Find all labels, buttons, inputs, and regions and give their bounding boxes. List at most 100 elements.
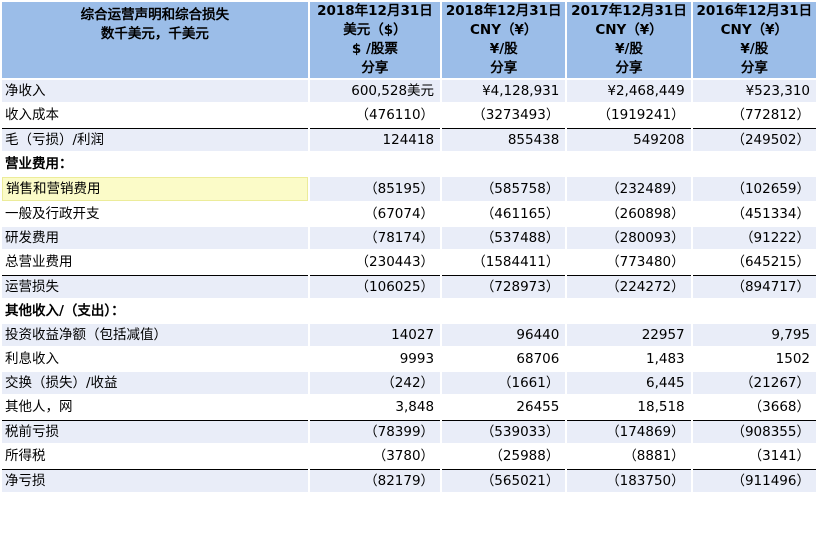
- table-row-income-tax: 所得税 （3780） （25988） （8881） （3141）: [2, 445, 816, 467]
- row-label: 总营业费用: [2, 251, 308, 273]
- cell-value: 22957: [567, 324, 691, 346]
- cell-value: [442, 300, 566, 322]
- table-row-general-admin: 一般及行政开支 （67074） （461165） （260898） （45133…: [2, 203, 816, 225]
- cell-value: （102659）: [692, 177, 816, 201]
- cell-value: （21267）: [692, 372, 816, 394]
- cell-value: [309, 300, 441, 322]
- cell-value: 9,795: [692, 324, 816, 346]
- table-row-net-loss: 净亏损 （82179） （565021） （183750） （911496）: [2, 469, 816, 492]
- cell-value: 855438: [442, 128, 566, 151]
- row-label: 所得税: [2, 445, 308, 467]
- cell-value: （67074）: [309, 203, 441, 225]
- row-label: 一般及行政开支: [2, 203, 308, 225]
- cell-value: （78174）: [309, 227, 441, 249]
- cell-value: 18,518: [567, 396, 691, 418]
- section-label: 其他收入/（支出）：: [2, 300, 308, 322]
- cell-value: （82179）: [309, 469, 441, 492]
- table-row-investment-income: 投资收益净额（包括减值） 14027 96440 22957 9,795: [2, 324, 816, 346]
- row-label: 交换（损失）/收益: [2, 372, 308, 394]
- row-label: 净亏损: [2, 469, 308, 492]
- table-row-gross-profit: 毛（亏损）/利润 124418 855438 549208 （249502）: [2, 128, 816, 151]
- cell-value: （476110）: [309, 104, 441, 126]
- table-row-loss-before-tax: 税前亏损 （78399） （539033） （174869） （908355）: [2, 420, 816, 443]
- cell-value: （3780）: [309, 445, 441, 467]
- row-label: 投资收益净额（包括减值）: [2, 324, 308, 346]
- cell-value: ¥4,128,931: [442, 80, 566, 102]
- title-line-1: 综合运营声明和综合损失: [80, 7, 230, 23]
- cell-value: （461165）: [442, 203, 566, 225]
- cell-value: （728973）: [442, 275, 566, 298]
- cell-value: （232489）: [567, 177, 691, 201]
- table-row-research-development: 研发费用 （78174） （537488） （280093） （91222）: [2, 227, 816, 249]
- cell-value: （1584411）: [442, 251, 566, 273]
- cell-value: （25988）: [442, 445, 566, 467]
- cell-value: （85195）: [309, 177, 441, 201]
- cell-value: （224272）: [567, 275, 691, 298]
- cell-value: 68706: [442, 348, 566, 370]
- column-header-1: 2018年12月31日 美元（$） $ /股票 分享: [309, 2, 441, 78]
- cell-value: 3,848: [309, 396, 441, 418]
- cell-value: ¥523,310: [692, 80, 816, 102]
- cell-value: 9993: [309, 348, 441, 370]
- column-header-2: 2018年12月31日 CNY（¥） ¥/股 分享: [442, 2, 566, 78]
- cell-value: （280093）: [567, 227, 691, 249]
- cell-value: ¥2,468,449: [567, 80, 691, 102]
- cell-value: 14027: [309, 324, 441, 346]
- cell-value: （106025）: [309, 275, 441, 298]
- header-row: 综合运营声明和综合损失 数千美元，千美元 2018年12月31日 美元（$） $…: [2, 2, 816, 78]
- cell-value: [442, 153, 566, 175]
- cell-value: 1,483: [567, 348, 691, 370]
- cell-value: （585758）: [442, 177, 566, 201]
- cell-value: （3273493）: [442, 104, 566, 126]
- cell-value: 26455: [442, 396, 566, 418]
- cell-value: （78399）: [309, 420, 441, 443]
- cell-value: （260898）: [567, 203, 691, 225]
- cell-value: （565021）: [442, 469, 566, 492]
- cell-value: （451334）: [692, 203, 816, 225]
- cell-value: （8881）: [567, 445, 691, 467]
- row-label: 利息收入: [2, 348, 308, 370]
- row-label: 销售和营销费用: [2, 177, 308, 201]
- table-row-other-net: 其他人，网 3,848 26455 18,518 （3668）: [2, 396, 816, 418]
- table-row-net-revenue: 净收入 600,528美元 ¥4,128,931 ¥2,468,449 ¥523…: [2, 80, 816, 102]
- title-line-2: 数千美元，千美元: [100, 26, 209, 42]
- cell-value: （1919241）: [567, 104, 691, 126]
- cell-value: （3141）: [692, 445, 816, 467]
- cell-value: （773480）: [567, 251, 691, 273]
- table-row-cost-of-revenue: 收入成本 （476110） （3273493） （1919241） （77281…: [2, 104, 816, 126]
- column-header-4: 2016年12月31日 CNY（¥） ¥/股 分享: [692, 2, 816, 78]
- income-statement-table: 综合运营声明和综合损失 数千美元，千美元 2018年12月31日 美元（$） $…: [0, 0, 818, 494]
- cell-value: 96440: [442, 324, 566, 346]
- cell-value: （645215）: [692, 251, 816, 273]
- cell-value: 1502: [692, 348, 816, 370]
- row-label: 收入成本: [2, 104, 308, 126]
- table-row-sales-marketing: 销售和营销费用 （85195） （585758） （232489） （10265…: [2, 177, 816, 201]
- cell-value: 600,528美元: [309, 80, 441, 102]
- section-label: 营业费用：: [2, 153, 308, 175]
- cell-value: 124418: [309, 128, 441, 151]
- cell-value: （242）: [309, 372, 441, 394]
- table-row-total-operating-expenses: 总营业费用 （230443） （1584411） （773480） （64521…: [2, 251, 816, 273]
- table-row-exchange-gain-loss: 交换（损失）/收益 （242） （1661） 6,445 （21267）: [2, 372, 816, 394]
- cell-value: [567, 300, 691, 322]
- row-label: 净收入: [2, 80, 308, 102]
- cell-value: （772812）: [692, 104, 816, 126]
- cell-value: （539033）: [442, 420, 566, 443]
- cell-value: （249502）: [692, 128, 816, 151]
- table-row-other-income-header: 其他收入/（支出）：: [2, 300, 816, 322]
- table-row-interest-income: 利息收入 9993 68706 1,483 1502: [2, 348, 816, 370]
- cell-value: （230443）: [309, 251, 441, 273]
- table-title: 综合运营声明和综合损失 数千美元，千美元: [2, 2, 308, 78]
- cell-value: （3668）: [692, 396, 816, 418]
- row-label: 运营损失: [2, 275, 308, 298]
- table-row-operating-loss: 运营损失 （106025） （728973） （224272） （894717）: [2, 275, 816, 298]
- cell-value: [567, 153, 691, 175]
- cell-value: （174869）: [567, 420, 691, 443]
- table-row-operating-expenses-header: 营业费用：: [2, 153, 816, 175]
- cell-value: （894717）: [692, 275, 816, 298]
- row-label: 毛（亏损）/利润: [2, 128, 308, 151]
- cell-value: （183750）: [567, 469, 691, 492]
- cell-value: [692, 153, 816, 175]
- cell-value: （537488）: [442, 227, 566, 249]
- row-label: 税前亏损: [2, 420, 308, 443]
